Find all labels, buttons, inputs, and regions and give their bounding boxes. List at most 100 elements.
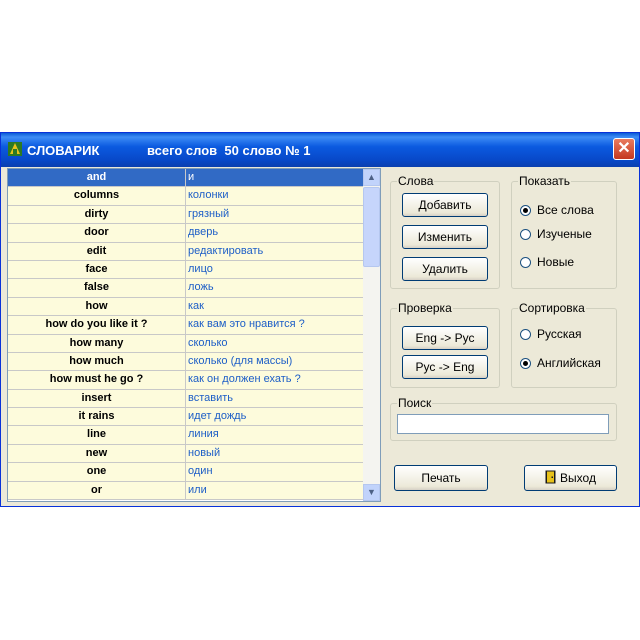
table-row[interactable]: dirty грязный: [8, 205, 364, 225]
word-count-status: всего слов 50 слово № 1: [147, 143, 311, 158]
sort-russian-label: Русская: [537, 327, 582, 341]
table-row[interactable]: how как: [8, 297, 364, 317]
show-group-legend: Показать: [518, 174, 572, 188]
scroll-up-icon[interactable]: ▲: [363, 169, 380, 186]
russian-word-cell[interactable]: колонки: [186, 187, 364, 205]
english-word-cell[interactable]: insert: [8, 389, 186, 408]
words-group-legend: Слова: [397, 174, 435, 188]
show-all-radio-icon[interactable]: [520, 204, 531, 216]
russian-word-cell[interactable]: ложь: [186, 279, 364, 297]
table-row[interactable]: columns колонки: [8, 187, 364, 206]
russian-word-cell[interactable]: один: [186, 463, 364, 481]
russian-word-cell[interactable]: как вам это нравится ?: [186, 316, 364, 334]
russian-word-cell[interactable]: дверь: [186, 224, 364, 242]
english-word-cell[interactable]: false: [8, 279, 186, 297]
russian-word-cell[interactable]: грязный: [186, 205, 364, 224]
show-group: Показать Все слова Изученые Новые: [511, 174, 617, 289]
vertical-scrollbar[interactable]: ▲ ▼: [363, 169, 380, 501]
print-button[interactable]: Печать: [394, 465, 488, 491]
russian-word-cell[interactable]: идет дождь: [186, 408, 364, 426]
table-row[interactable]: false ложь: [8, 279, 364, 298]
rus-eng-button[interactable]: Рус -> Eng: [402, 355, 488, 379]
show-learned-radio[interactable]: Изученые: [520, 227, 592, 241]
sort-russian-radio[interactable]: Русская: [520, 327, 582, 341]
show-learned-label: Изученые: [537, 227, 592, 241]
russian-word-cell[interactable]: сколько: [186, 334, 364, 352]
russian-word-cell[interactable]: новый: [186, 444, 364, 463]
close-icon[interactable]: ✕: [613, 138, 635, 160]
show-new-radio-icon[interactable]: [520, 256, 531, 268]
check-group: Проверка Eng -> Рус Рус -> Eng: [390, 301, 500, 388]
table-row[interactable]: how do you like it ? как вам это нравится…: [8, 316, 364, 335]
russian-word-cell[interactable]: сколько (для массы): [186, 352, 364, 371]
english-word-cell[interactable]: columns: [8, 187, 186, 205]
sort-group-legend: Сортировка: [518, 301, 586, 315]
edit-button[interactable]: Изменить: [402, 225, 488, 249]
eng-rus-button[interactable]: Eng -> Рус: [402, 326, 488, 350]
russian-word-cell[interactable]: лицо: [186, 260, 364, 279]
table-row[interactable]: or или: [8, 481, 364, 501]
english-word-cell[interactable]: dirty: [8, 205, 186, 224]
english-word-cell[interactable]: it rains: [8, 408, 186, 426]
english-word-cell[interactable]: how do you like it ?: [8, 316, 186, 334]
window-title: СЛОВАРИК: [27, 143, 100, 158]
russian-word-cell[interactable]: как он должен ехать ?: [186, 371, 364, 389]
show-learned-radio-icon[interactable]: [520, 228, 531, 240]
sort-russian-radio-icon[interactable]: [520, 328, 531, 340]
show-new-radio[interactable]: Новые: [520, 255, 574, 269]
english-word-cell[interactable]: line: [8, 426, 186, 444]
table-row[interactable]: line линия: [8, 426, 364, 445]
scroll-thumb[interactable]: [363, 187, 380, 267]
english-word-cell[interactable]: door: [8, 224, 186, 242]
sort-english-radio[interactable]: Английская: [520, 356, 601, 370]
table-row[interactable]: one один: [8, 463, 364, 482]
title-bar[interactable]: СЛОВАРИК всего слов 50 слово № 1 ✕: [1, 133, 639, 167]
english-word-cell[interactable]: or: [8, 481, 186, 500]
russian-word-cell[interactable]: редактировать: [186, 242, 364, 260]
delete-button[interactable]: Удалить: [402, 257, 488, 281]
exit-button[interactable]: Выход: [524, 465, 617, 491]
search-input[interactable]: [397, 414, 609, 434]
english-word-cell[interactable]: new: [8, 444, 186, 463]
table-row[interactable]: how much сколько (для массы): [8, 352, 364, 372]
english-word-cell[interactable]: how: [8, 297, 186, 316]
door-icon: [545, 470, 556, 484]
words-group: Слова Добавить Изменить Удалить: [390, 174, 500, 289]
scroll-down-icon[interactable]: ▼: [363, 484, 380, 501]
table-row[interactable]: and и: [8, 169, 364, 188]
english-word-cell[interactable]: one: [8, 463, 186, 481]
show-all-label: Все слова: [537, 203, 594, 217]
table-row[interactable]: how must he go ? как он должен ехать ?: [8, 371, 364, 390]
table-row[interactable]: new новый: [8, 444, 364, 464]
table-row[interactable]: insert вставить: [8, 389, 364, 409]
exit-label: Выход: [560, 471, 596, 485]
russian-word-cell[interactable]: как: [186, 297, 364, 316]
table-row[interactable]: how many сколько: [8, 334, 364, 353]
sort-english-label: Английская: [537, 356, 601, 370]
english-word-cell[interactable]: how much: [8, 352, 186, 371]
word-list: and и columns колонки dirty грязный door дверь e…: [8, 169, 364, 501]
russian-word-cell[interactable]: вставить: [186, 389, 364, 408]
english-word-cell[interactable]: and: [8, 169, 186, 187]
add-button[interactable]: Добавить: [402, 193, 488, 217]
table-row[interactable]: it rains идет дождь: [8, 408, 364, 427]
sort-english-radio-icon[interactable]: [520, 357, 531, 369]
check-group-legend: Проверка: [397, 301, 453, 315]
dictionary-window: СЛОВАРИК всего слов 50 слово № 1 ✕ and и c…: [0, 132, 640, 507]
search-group-legend: Поиск: [397, 396, 433, 410]
russian-word-cell[interactable]: или: [186, 481, 364, 500]
sort-group: Сортировка Русская Английская: [511, 301, 617, 388]
show-new-label: Новые: [537, 255, 575, 269]
table-row[interactable]: edit редактировать: [8, 242, 364, 261]
table-row[interactable]: door дверь: [8, 224, 364, 243]
show-all-radio[interactable]: Все слова: [520, 203, 594, 217]
english-word-cell[interactable]: face: [8, 260, 186, 279]
english-word-cell[interactable]: how many: [8, 334, 186, 352]
english-word-cell[interactable]: edit: [8, 242, 186, 260]
english-word-cell[interactable]: how must he go ?: [8, 371, 186, 389]
search-group: Поиск: [390, 396, 617, 441]
russian-word-cell[interactable]: линия: [186, 426, 364, 444]
russian-word-cell[interactable]: и: [186, 169, 364, 187]
table-row[interactable]: face лицо: [8, 260, 364, 280]
word-grid[interactable]: and и columns колонки dirty грязный door дверь e…: [7, 168, 381, 502]
